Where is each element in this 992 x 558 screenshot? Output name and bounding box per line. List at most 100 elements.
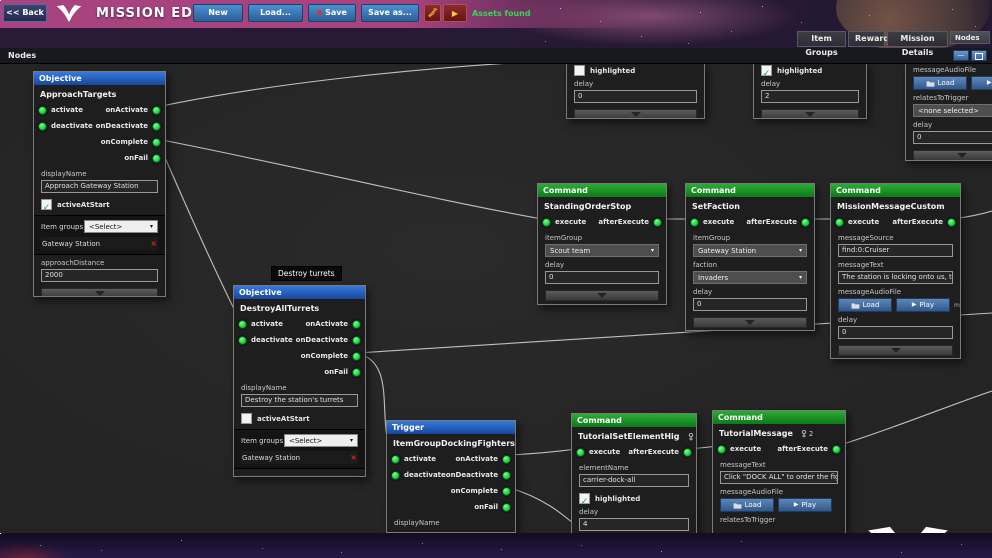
port-dot[interactable] [653, 217, 662, 227]
node-command-tutorial-message[interactable]: Command TutorialMessage 2 execute afterE… [712, 410, 846, 533]
port-on-fail[interactable]: onFail [324, 367, 361, 377]
delay-input[interactable]: 0 [545, 271, 659, 284]
port-dot[interactable] [391, 470, 400, 480]
display-name-input[interactable]: Destroy the station's turrets [241, 394, 358, 407]
node-command-standing-order-stop[interactable]: Command StandingOrderStop execute afterE… [537, 183, 667, 305]
expand-handle[interactable] [545, 290, 659, 301]
port-dot[interactable] [352, 319, 361, 329]
node-partial-highlight-b[interactable]: ✓ highlighted delay 2 [753, 63, 867, 119]
message-source-input[interactable]: find:0:Cruiser [838, 244, 953, 257]
port-dot[interactable] [502, 470, 512, 480]
port-on-deactivate[interactable]: onDeactivate [296, 335, 361, 345]
maximize-button[interactable] [971, 50, 987, 61]
new-button[interactable]: New [193, 4, 243, 22]
checkbox-checked[interactable]: ✓ [41, 199, 52, 213]
port-dot[interactable] [38, 105, 47, 115]
port-after-execute[interactable]: afterExecute [777, 444, 841, 454]
port-dot[interactable] [238, 319, 247, 329]
port-on-fail[interactable]: onFail [474, 502, 511, 512]
port-dot[interactable] [832, 444, 841, 454]
port-dot[interactable] [576, 447, 585, 457]
port-dot[interactable] [352, 335, 361, 345]
delay-input[interactable]: 0 [913, 131, 992, 144]
checkbox-unchecked[interactable] [574, 65, 585, 76]
port-dot[interactable] [352, 367, 361, 377]
port-dot[interactable] [801, 217, 810, 227]
port-on-complete[interactable]: onComplete [101, 137, 161, 147]
port-dot[interactable] [352, 351, 361, 361]
expand-handle[interactable] [838, 345, 953, 356]
port-dot[interactable] [238, 335, 247, 345]
display-name-input[interactable]: Approach Gateway Station [41, 180, 158, 193]
tab-nodes[interactable]: Nodes [950, 31, 990, 44]
delay-input[interactable]: 0 [693, 298, 807, 311]
run-mission-button[interactable]: ▶ [443, 4, 467, 22]
load-audio-button[interactable]: Load [838, 298, 892, 312]
settings-button[interactable] [424, 4, 441, 22]
port-dot[interactable] [152, 121, 161, 131]
port-after-execute[interactable]: afterExecute [598, 217, 662, 227]
tab-mission-details[interactable]: Mission Details [887, 31, 948, 57]
port-activate[interactable]: activate [391, 454, 436, 464]
node-partial-message-audio[interactable]: messageAudioFile Load ▶ Play relatesToTr… [905, 63, 992, 161]
port-execute[interactable]: execute [576, 447, 620, 457]
port-on-deactivate[interactable]: onDeactivate [96, 121, 161, 131]
node-command-set-faction[interactable]: Command SetFaction execute afterExecute … [685, 183, 815, 331]
delay-input[interactable]: 2 [761, 90, 859, 103]
delay-input[interactable]: 4 [579, 518, 689, 531]
expand-handle[interactable] [693, 317, 807, 328]
checkbox-checked[interactable]: ✓ [579, 493, 590, 507]
port-dot[interactable] [717, 444, 726, 454]
port-on-activate[interactable]: onActivate [306, 319, 361, 329]
play-audio-button[interactable]: ▶ Play [778, 498, 832, 512]
port-on-activate[interactable]: onActivate [456, 454, 511, 464]
load-button[interactable]: Load... [248, 4, 303, 22]
expand-handle[interactable] [574, 109, 697, 118]
load-audio-button[interactable]: Load [913, 76, 967, 90]
node-command-mission-message-custom[interactable]: Command MissionMessageCustom execute aft… [830, 183, 961, 359]
tab-item-groups[interactable]: Item Groups [797, 31, 846, 57]
play-audio-button[interactable]: ▶ Play [896, 298, 950, 312]
port-dot[interactable] [690, 217, 699, 227]
relates-to-trigger-select[interactable]: <none selected>▾ [913, 104, 992, 117]
node-objective-approach-targets[interactable]: Objective ApproachTargets activate onAct… [33, 71, 166, 297]
save-as-button[interactable]: Save as... [361, 4, 419, 22]
node-command-tutorial-set-element-highlight[interactable]: Command TutorialSetElementHig 4 execute … [571, 413, 697, 533]
node-objective-destroy-all-turrets[interactable]: Objective DestroyAllTurrets activate onA… [233, 285, 366, 477]
message-text-input[interactable]: Click "DOCK ALL" to order the fighters t [720, 471, 838, 484]
item-groups-select[interactable]: <Select> ▾ [284, 434, 358, 447]
port-after-execute[interactable]: afterExecute [628, 447, 692, 457]
expand-handle[interactable] [41, 288, 158, 296]
remove-icon[interactable]: × [150, 239, 157, 248]
port-on-complete[interactable]: onComplete [301, 351, 361, 361]
port-dot[interactable] [38, 121, 47, 131]
port-after-execute[interactable]: afterExecute [892, 217, 956, 227]
port-dot[interactable] [502, 486, 511, 496]
port-on-complete[interactable]: onComplete [451, 486, 511, 496]
expand-handle[interactable] [241, 475, 358, 476]
remove-icon[interactable]: × [350, 453, 357, 462]
delay-input[interactable]: 0 [838, 326, 953, 339]
item-group-select[interactable]: Gateway Station ▾ [693, 244, 807, 257]
port-activate[interactable]: activate [238, 319, 283, 329]
port-dot[interactable] [502, 502, 511, 512]
port-execute[interactable]: execute [717, 444, 761, 454]
port-dot[interactable] [152, 105, 161, 115]
tab-rewards[interactable]: Rewards [848, 31, 894, 47]
port-on-fail[interactable]: onFail [124, 153, 161, 163]
item-groups-select[interactable]: <Select> ▾ [84, 220, 158, 233]
back-button[interactable]: << Back [3, 4, 47, 22]
node-trigger-item-group-docking-fighters[interactable]: Trigger ItemGroupDockingFighters activat… [386, 420, 516, 533]
save-button[interactable]: Save [308, 4, 356, 22]
port-dot[interactable] [947, 217, 956, 227]
faction-select[interactable]: Invaders ▾ [693, 271, 807, 284]
node-graph-canvas[interactable]: DUST FLEET Objective ApproachTargets [0, 63, 992, 533]
node-partial-highlight-a[interactable]: highlighted delay 0 [566, 63, 705, 119]
port-dot[interactable] [152, 137, 161, 147]
port-on-deactivate[interactable]: onDeactivate [446, 470, 512, 480]
port-dot[interactable] [683, 447, 692, 457]
port-execute[interactable]: execute [835, 217, 879, 227]
expand-handle[interactable] [913, 150, 992, 160]
port-execute[interactable]: execute [690, 217, 734, 227]
port-execute[interactable]: execute [542, 217, 586, 227]
